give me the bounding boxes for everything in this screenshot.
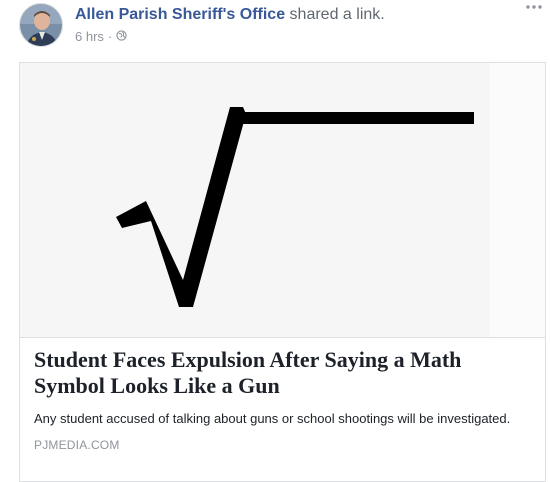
page-name-link[interactable]: Allen Parish Sheriff's Office: [75, 6, 285, 23]
globe-icon[interactable]: [116, 29, 127, 44]
post-header: Allen Parish Sheriff's Office shared a l…: [0, 0, 550, 62]
link-preview-card[interactable]: Student Faces Expulsion After Saying a M…: [19, 62, 546, 482]
link-preview-body: Student Faces Expulsion After Saying a M…: [34, 347, 534, 452]
more-options-icon[interactable]: [524, 0, 544, 14]
post-action-text: shared a link.: [289, 6, 385, 23]
link-domain: PJMEDIA.COM: [34, 438, 120, 452]
link-title[interactable]: Student Faces Expulsion After Saying a M…: [34, 347, 534, 399]
avatar-photo: [20, 4, 62, 46]
header-line: Allen Parish Sheriff's Office shared a l…: [75, 5, 385, 25]
meta-separator: ·: [107, 29, 113, 44]
post-timestamp[interactable]: 6 hrs: [75, 29, 104, 44]
post-meta: 6 hrs ·: [75, 29, 385, 44]
link-preview-image[interactable]: [20, 63, 545, 338]
post-header-text: Allen Parish Sheriff's Office shared a l…: [75, 5, 385, 44]
page-avatar[interactable]: [19, 3, 63, 47]
link-description: Any student accused of talking about gun…: [34, 411, 511, 426]
square-root-symbol: [20, 63, 545, 337]
